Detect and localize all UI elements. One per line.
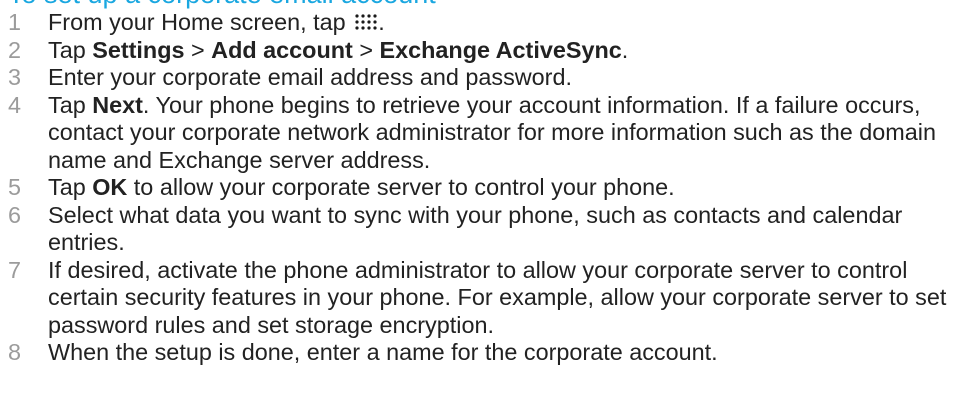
step-number: 1 (8, 9, 22, 35)
list-item-step-6: 6 Select what data you want to sync with… (0, 202, 967, 257)
step-number: 8 (8, 339, 22, 365)
step-number: 4 (8, 91, 22, 118)
ok-label: OK (92, 174, 128, 200)
separator: > (184, 36, 212, 63)
separator: > (352, 36, 380, 63)
instruction-list: 1 From your Home screen, tap . 2 Tap Set… (0, 9, 967, 367)
step-number: 7 (8, 256, 22, 283)
list-item-step-1: 1 From your Home screen, tap . (0, 9, 967, 37)
exchange-activesync-label: Exchange ActiveSync (379, 36, 622, 63)
step-text: Tap (48, 91, 93, 118)
settings-label: Settings (92, 36, 185, 63)
step-number: 2 (8, 36, 22, 63)
step-number: 5 (8, 174, 22, 200)
step-text: Tap (48, 174, 93, 200)
list-item-step-3: 3 Enter your corporate email address and… (0, 64, 967, 92)
step-text: When the setup is done, enter a name for… (48, 339, 718, 365)
step-text: . (378, 9, 385, 35)
apps-grid-icon (354, 13, 378, 31)
step-text: Enter your corporate email address and p… (48, 64, 572, 90)
step-text: If desired, activate the phone administr… (48, 256, 947, 338)
list-item-step-7: 7 If desired, activate the phone adminis… (0, 257, 967, 340)
list-item-step-8: 8 When the setup is done, enter a name f… (0, 339, 967, 367)
next-label: Next (92, 91, 143, 118)
step-text: to allow your corporate server to contro… (127, 174, 675, 200)
step-text: . (621, 36, 629, 63)
add-account-label: Add account (211, 36, 353, 63)
step-text: Select what data you want to sync with y… (48, 201, 903, 256)
step-text: . Your phone begins to retrieve your acc… (48, 91, 936, 173)
step-text: From your Home screen, tap (48, 9, 353, 35)
step-number: 6 (8, 201, 22, 228)
step-number: 3 (8, 64, 22, 90)
list-item-step-2: 2 Tap Settings > Add account > Exchange … (0, 37, 967, 65)
list-item-step-5: 5 Tap OK to allow your corporate server … (0, 174, 967, 202)
step-text: Tap (48, 36, 93, 63)
list-item-step-4: 4 Tap Next. Your phone begins to retriev… (0, 92, 967, 175)
